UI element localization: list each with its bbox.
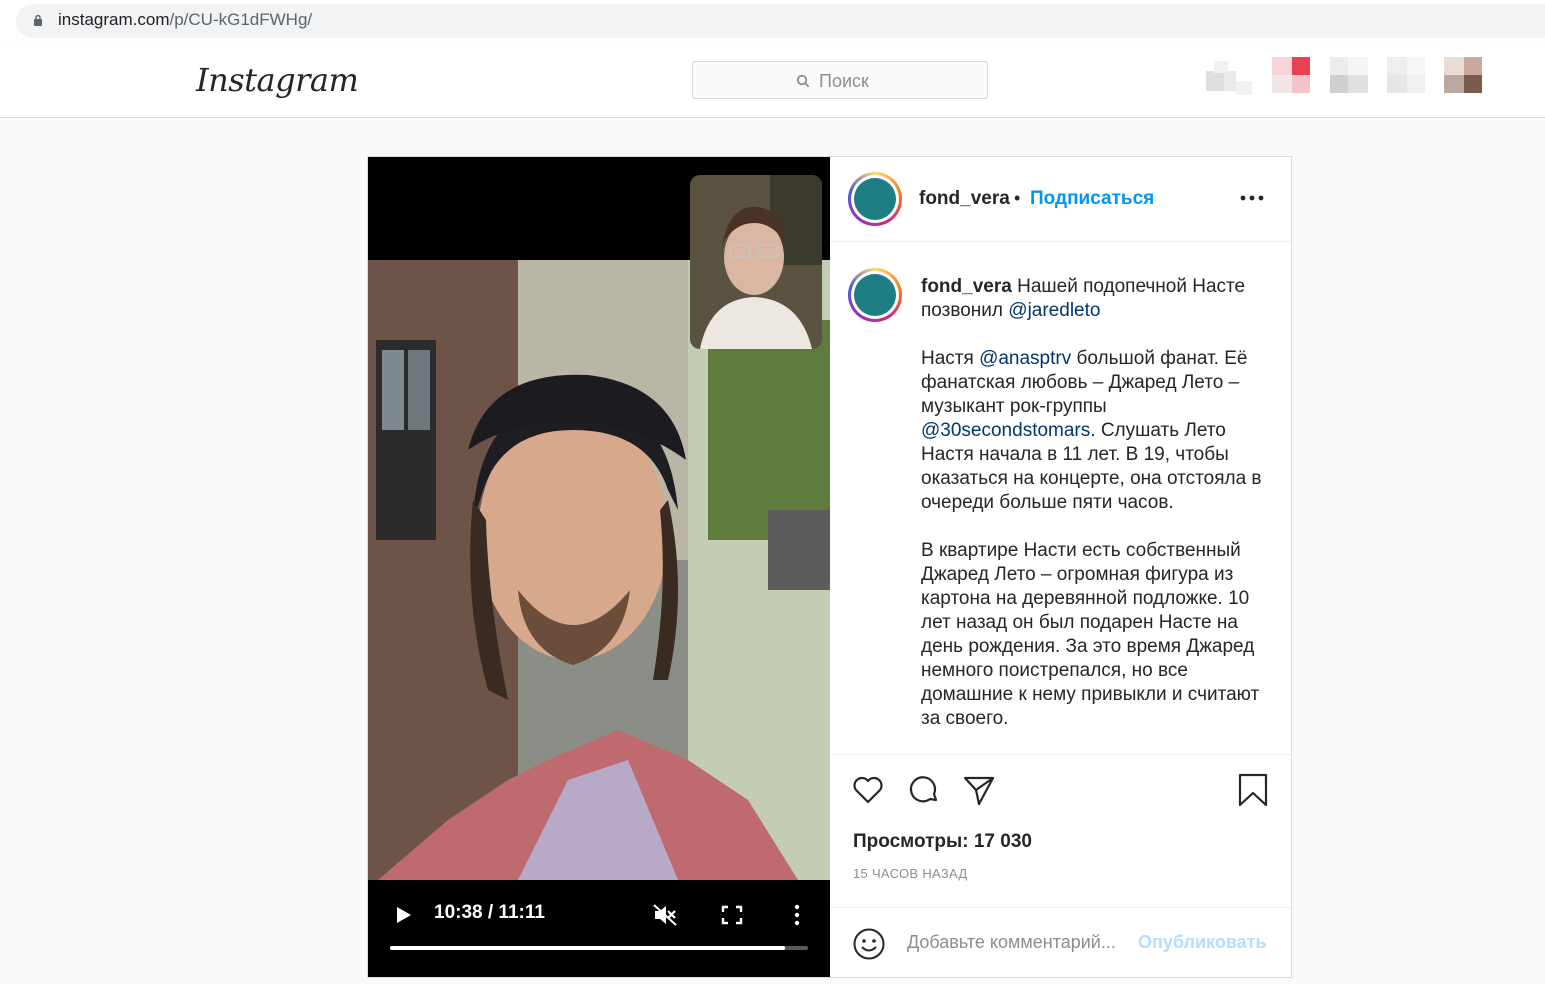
activity-icon[interactable] xyxy=(1387,57,1433,95)
browser-address-bar: instagram.com/p/CU-kG1dFWHg/ xyxy=(0,0,1545,42)
lock-icon xyxy=(34,14,42,26)
video-player[interactable]: 10:38 / 11:11 xyxy=(368,157,830,977)
url-text[interactable]: instagram.com/p/CU-kG1dFWHg/ xyxy=(58,10,312,30)
post-timestamp[interactable]: 15 ЧАСОВ НАЗАД xyxy=(853,866,968,881)
url-path: /p/CU-kG1dFWHg/ xyxy=(169,10,313,29)
video-progress-fill xyxy=(390,946,785,950)
mute-icon[interactable] xyxy=(653,904,677,926)
publish-button[interactable]: Опубликовать xyxy=(1138,932,1267,953)
author-username[interactable]: fond_vera xyxy=(919,188,1010,210)
caption-text: . Слушать Лето Настя начала в 11 лет. В … xyxy=(921,420,1262,729)
video-more-icon[interactable] xyxy=(785,904,809,926)
separator-dot: • xyxy=(1014,188,1021,208)
direct-icon[interactable] xyxy=(1272,57,1318,95)
facetime-pip xyxy=(690,175,822,349)
mention-link[interactable]: @anasptrv xyxy=(979,348,1071,369)
post-actions: Просмотры: 17 030 15 ЧАСОВ НАЗАД xyxy=(830,754,1291,907)
video-time: 10:38 / 11:11 xyxy=(434,902,545,923)
explore-icon[interactable] xyxy=(1330,57,1376,95)
home-icon[interactable] xyxy=(1206,57,1252,95)
play-icon[interactable] xyxy=(396,906,412,924)
mention-link[interactable]: @jaredleto xyxy=(1008,300,1100,321)
instagram-header: Instagram Поиск xyxy=(0,43,1545,118)
video-progress-bar[interactable] xyxy=(390,946,808,950)
fullscreen-icon[interactable] xyxy=(720,904,744,926)
view-count[interactable]: Просмотры: 17 030 xyxy=(853,831,1032,853)
mention-link[interactable]: @30secondstomars xyxy=(921,420,1090,441)
caption-text: Настя xyxy=(921,348,974,369)
post-card: 10:38 / 11:11 fond_vera • Подписаться fo… xyxy=(367,156,1292,978)
search-input[interactable]: Поиск xyxy=(692,61,988,99)
save-bookmark-icon[interactable] xyxy=(1236,773,1270,807)
profile-avatar[interactable] xyxy=(1444,57,1490,95)
emoji-icon[interactable] xyxy=(852,927,886,961)
caption-username[interactable]: fond_vera xyxy=(921,276,1012,297)
caption-avatar[interactable] xyxy=(848,268,902,322)
url-host: instagram.com xyxy=(58,10,170,29)
post-header: fond_vera • Подписаться xyxy=(830,157,1291,242)
search-placeholder: Поиск xyxy=(819,71,869,91)
comment-input[interactable]: Добавьте комментарий... xyxy=(907,932,1116,953)
like-heart-icon[interactable] xyxy=(851,773,885,807)
post-sidebar: fond_vera • Подписаться fond_vera Нашей … xyxy=(830,157,1291,977)
follow-button[interactable]: Подписаться xyxy=(1030,188,1154,210)
instagram-logo[interactable]: Instagram xyxy=(196,61,359,99)
video-controls: 10:38 / 11:11 xyxy=(368,880,830,977)
video-frame xyxy=(368,260,830,880)
comment-icon[interactable] xyxy=(907,773,941,807)
comment-bar: Добавьте комментарий... Опубликовать xyxy=(830,907,1291,977)
post-caption: fond_vera Нашей подопечной Насте позвони… xyxy=(921,275,1271,731)
author-avatar[interactable] xyxy=(848,172,902,226)
share-icon[interactable] xyxy=(962,773,996,807)
more-options-icon[interactable] xyxy=(1240,195,1264,201)
search-icon xyxy=(796,74,810,88)
